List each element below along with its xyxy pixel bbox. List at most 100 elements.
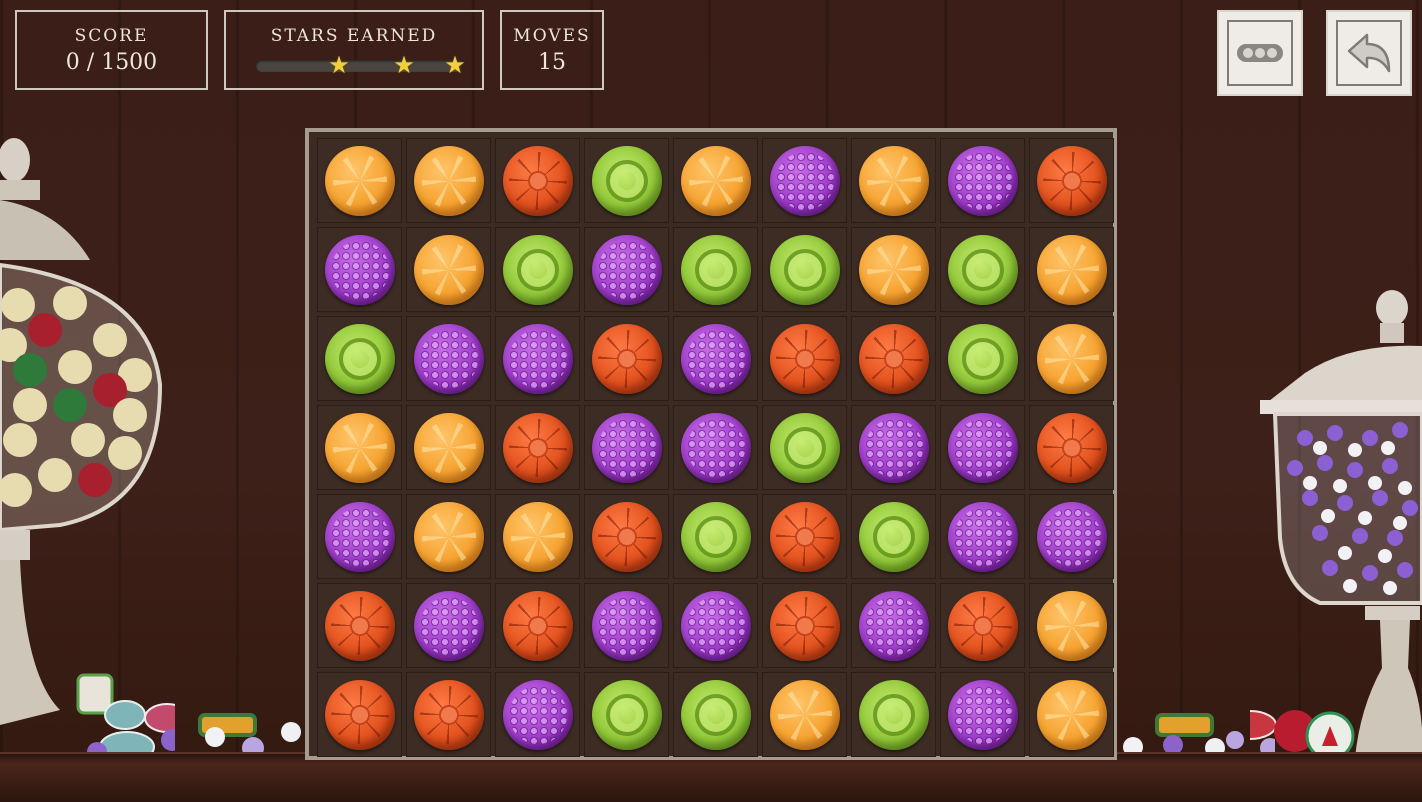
board-cell[interactable] <box>762 138 847 223</box>
board-cell[interactable] <box>673 672 758 757</box>
orange-candy-icon[interactable] <box>1036 234 1107 305</box>
green-candy-icon[interactable] <box>680 679 751 750</box>
board-cell[interactable] <box>673 583 758 668</box>
green-candy-icon[interactable] <box>591 145 662 216</box>
green-candy-icon[interactable] <box>947 234 1018 305</box>
red-candy-icon[interactable] <box>947 590 1018 661</box>
orange-candy-icon[interactable] <box>1036 679 1107 750</box>
purple-candy-icon[interactable] <box>324 234 395 305</box>
board-cell[interactable] <box>1029 227 1114 312</box>
board-cell[interactable] <box>584 672 669 757</box>
red-candy-icon[interactable] <box>769 590 840 661</box>
board-cell[interactable] <box>673 405 758 490</box>
board-cell[interactable] <box>317 672 402 757</box>
red-candy-icon[interactable] <box>413 679 484 750</box>
purple-candy-icon[interactable] <box>947 501 1018 572</box>
board-cell[interactable] <box>495 494 580 579</box>
orange-candy-icon[interactable] <box>324 145 395 216</box>
undo-button[interactable] <box>1326 10 1412 96</box>
red-candy-icon[interactable] <box>502 590 573 661</box>
board-cell[interactable] <box>495 405 580 490</box>
red-candy-icon[interactable] <box>858 323 929 394</box>
board-cell[interactable] <box>406 494 491 579</box>
menu-button[interactable] <box>1217 10 1303 96</box>
orange-candy-icon[interactable] <box>413 234 484 305</box>
orange-candy-icon[interactable] <box>413 412 484 483</box>
red-candy-icon[interactable] <box>769 323 840 394</box>
orange-candy-icon[interactable] <box>324 412 395 483</box>
purple-candy-icon[interactable] <box>769 145 840 216</box>
board-cell[interactable] <box>1029 494 1114 579</box>
orange-candy-icon[interactable] <box>858 145 929 216</box>
board-cell[interactable] <box>1029 405 1114 490</box>
board-cell[interactable] <box>940 138 1025 223</box>
board-cell[interactable] <box>584 405 669 490</box>
red-candy-icon[interactable] <box>1036 412 1107 483</box>
green-candy-icon[interactable] <box>502 234 573 305</box>
red-candy-icon[interactable] <box>502 412 573 483</box>
board-cell[interactable] <box>317 138 402 223</box>
red-candy-icon[interactable] <box>1036 145 1107 216</box>
board-cell[interactable] <box>406 672 491 757</box>
green-candy-icon[interactable] <box>858 679 929 750</box>
board-cell[interactable] <box>762 672 847 757</box>
red-candy-icon[interactable] <box>502 145 573 216</box>
green-candy-icon[interactable] <box>680 234 751 305</box>
purple-candy-icon[interactable] <box>591 412 662 483</box>
red-candy-icon[interactable] <box>769 501 840 572</box>
board-cell[interactable] <box>317 316 402 401</box>
board-cell[interactable] <box>851 227 936 312</box>
orange-candy-icon[interactable] <box>680 145 751 216</box>
board-cell[interactable] <box>495 672 580 757</box>
board-cell[interactable] <box>851 138 936 223</box>
board-cell[interactable] <box>317 227 402 312</box>
board-cell[interactable] <box>762 227 847 312</box>
purple-candy-icon[interactable] <box>324 501 395 572</box>
orange-candy-icon[interactable] <box>1036 590 1107 661</box>
purple-candy-icon[interactable] <box>1036 501 1107 572</box>
board-cell[interactable] <box>317 494 402 579</box>
purple-candy-icon[interactable] <box>591 590 662 661</box>
board-cell[interactable] <box>584 494 669 579</box>
board-cell[interactable] <box>762 316 847 401</box>
purple-candy-icon[interactable] <box>947 412 1018 483</box>
board-cell[interactable] <box>1029 138 1114 223</box>
board-cell[interactable] <box>495 583 580 668</box>
board-cell[interactable] <box>495 227 580 312</box>
board-cell[interactable] <box>584 138 669 223</box>
board-cell[interactable] <box>851 583 936 668</box>
orange-candy-icon[interactable] <box>1036 323 1107 394</box>
board-cell[interactable] <box>584 316 669 401</box>
green-candy-icon[interactable] <box>324 323 395 394</box>
purple-candy-icon[interactable] <box>680 323 751 394</box>
purple-candy-icon[interactable] <box>858 412 929 483</box>
green-candy-icon[interactable] <box>591 679 662 750</box>
board-cell[interactable] <box>495 316 580 401</box>
purple-candy-icon[interactable] <box>680 590 751 661</box>
board-cell[interactable] <box>406 316 491 401</box>
board-cell[interactable] <box>1029 583 1114 668</box>
board-cell[interactable] <box>762 494 847 579</box>
board-cell[interactable] <box>673 138 758 223</box>
red-candy-icon[interactable] <box>591 501 662 572</box>
purple-candy-icon[interactable] <box>947 145 1018 216</box>
orange-candy-icon[interactable] <box>502 501 573 572</box>
purple-candy-icon[interactable] <box>591 234 662 305</box>
green-candy-icon[interactable] <box>769 234 840 305</box>
board-cell[interactable] <box>495 138 580 223</box>
board-cell[interactable] <box>1029 672 1114 757</box>
purple-candy-icon[interactable] <box>502 323 573 394</box>
board-cell[interactable] <box>940 494 1025 579</box>
green-candy-icon[interactable] <box>947 323 1018 394</box>
board-cell[interactable] <box>673 227 758 312</box>
red-candy-icon[interactable] <box>324 590 395 661</box>
green-candy-icon[interactable] <box>769 412 840 483</box>
board-cell[interactable] <box>851 672 936 757</box>
board-cell[interactable] <box>406 138 491 223</box>
board-cell[interactable] <box>851 494 936 579</box>
purple-candy-icon[interactable] <box>858 590 929 661</box>
orange-candy-icon[interactable] <box>413 501 484 572</box>
orange-candy-icon[interactable] <box>858 234 929 305</box>
board-cell[interactable] <box>940 405 1025 490</box>
board-cell[interactable] <box>762 405 847 490</box>
